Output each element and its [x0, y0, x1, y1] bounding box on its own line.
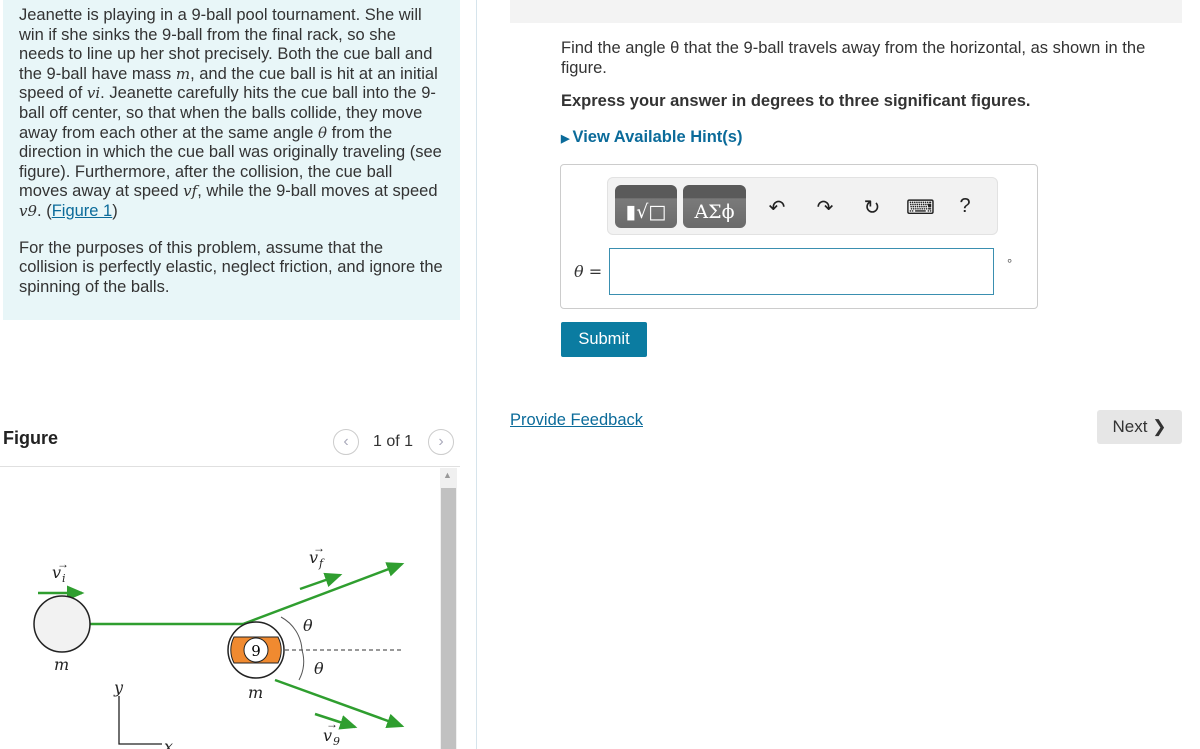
next-figure-button[interactable]: › [428, 429, 454, 455]
svg-text:→: → [313, 541, 325, 555]
svg-text:θ: θ [314, 659, 324, 678]
scroll-up-icon[interactable]: ▲ [443, 470, 452, 480]
svg-text:9: 9 [251, 642, 261, 660]
answer-instruction: Express your answer in degrees to three … [561, 92, 1031, 110]
provide-feedback-link[interactable]: Provide Feedback [510, 411, 643, 430]
svg-text:f: f [318, 557, 325, 570]
cue-final-path [242, 562, 405, 626]
collision-diagram: 9 vi vf v9 m m θ θ y x → → → [33, 541, 405, 749]
svg-text:m: m [54, 655, 69, 674]
prev-figure-button[interactable]: ‹ [333, 429, 359, 455]
problem-paragraph-2: For the purposes of this problem, assume… [19, 238, 443, 296]
undo-icon[interactable]: ↶ [765, 195, 789, 220]
svg-text:y: y [113, 678, 124, 697]
greek-symbols-button[interactable]: ΑΣϕ [683, 185, 746, 228]
cue-ball [33, 595, 91, 653]
submit-button[interactable]: Submit [561, 322, 647, 357]
caret-right-icon: ▶ [561, 133, 573, 145]
theta-arc-lower [298, 649, 305, 681]
nine-ball: 9 [227, 621, 285, 679]
vf-arrow [299, 572, 343, 591]
degree-unit: ° [1007, 256, 1013, 271]
next-button[interactable]: Next ❯ [1097, 410, 1182, 444]
svg-text:→: → [326, 717, 338, 731]
svg-text:θ: θ [303, 616, 313, 635]
templates-button[interactable]: ▮√□ [615, 185, 677, 228]
answer-label: θ = [574, 262, 603, 281]
svg-text:m: m [248, 683, 263, 702]
figure-title: Figure [3, 428, 59, 448]
svg-text:→: → [57, 557, 69, 571]
column-divider [476, 0, 477, 749]
svg-text:9: 9 [333, 735, 340, 748]
axes [118, 696, 162, 745]
figure-link[interactable]: Figure 1 [52, 202, 113, 220]
top-bar [510, 0, 1182, 23]
angle-input[interactable] [609, 248, 994, 295]
nine-ball-path [274, 678, 405, 728]
problem-paragraph-1: Jeanette is playing in a 9-ball pool tou… [19, 6, 442, 220]
help-icon[interactable]: ? [953, 195, 977, 218]
question-prompt: Find the angle θ that the 9-ball travels… [561, 39, 1146, 77]
scrollbar-thumb[interactable] [441, 488, 456, 749]
keyboard-icon[interactable]: ⌨ [906, 195, 935, 220]
hints-toggle[interactable]: ▶ View Available Hint(s) [561, 128, 742, 147]
redo-icon[interactable]: ↷ [813, 195, 837, 220]
reset-icon[interactable]: ↻ [860, 195, 884, 220]
svg-text:x: x [164, 737, 173, 749]
problem-statement: Jeanette is playing in a 9-ball pool tou… [3, 0, 460, 320]
figure-pager: 1 of 1 [373, 433, 414, 450]
svg-text:i: i [62, 572, 66, 585]
